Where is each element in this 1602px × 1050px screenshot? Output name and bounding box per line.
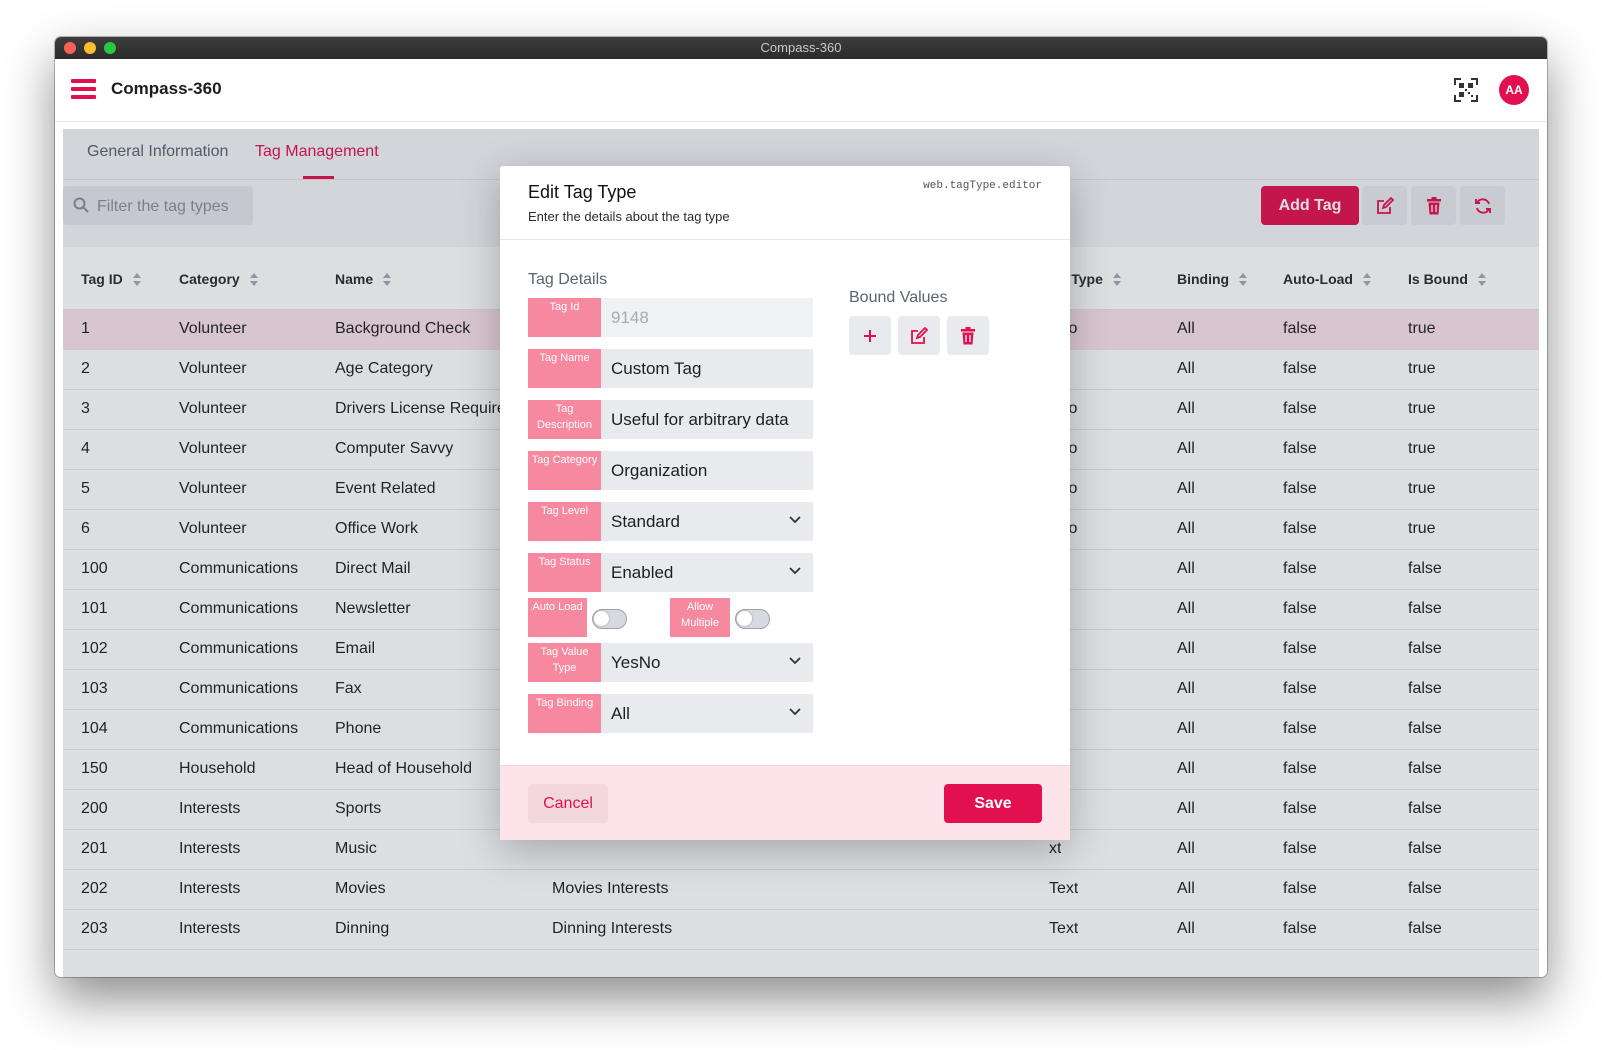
- field-label: Tag Category: [528, 451, 601, 490]
- save-button[interactable]: Save: [944, 784, 1042, 823]
- chevron-down-icon: [789, 708, 801, 716]
- field-label: Tag Binding: [528, 694, 601, 733]
- tag-status-value: Enabled: [611, 563, 674, 582]
- allow-multiple-label: Allow Multiple: [670, 598, 730, 637]
- chevron-down-icon: [789, 657, 801, 665]
- tag-category-field: Tag Category Organization: [528, 451, 813, 490]
- tag-details-heading: Tag Details: [528, 271, 608, 288]
- auto-load-toggle[interactable]: [592, 609, 627, 629]
- tag-description-field: Tag Description Useful for arbitrary dat…: [528, 400, 813, 439]
- edit-bound-value-button[interactable]: [898, 316, 940, 355]
- dialog-footer: Cancel Save: [500, 765, 1070, 840]
- app-title: Compass-360: [111, 79, 222, 98]
- tag-value-type-value: YesNo: [611, 653, 661, 672]
- field-label: Tag Description: [528, 400, 601, 439]
- app-bar: Compass-360 AA: [55, 59, 1547, 122]
- tag-level-value: Standard: [611, 512, 680, 531]
- hamburger-menu-icon[interactable]: [71, 79, 96, 99]
- tag-category-input[interactable]: Organization: [601, 451, 813, 490]
- window-title: Compass-360: [760, 40, 842, 55]
- delete-bound-value-button[interactable]: [947, 316, 989, 355]
- dialog-subtitle: Enter the details about the tag type: [528, 209, 730, 224]
- allow-multiple-toggle[interactable]: [735, 609, 770, 629]
- tag-description-input[interactable]: Useful for arbitrary data: [601, 400, 813, 439]
- field-label: Tag Status: [528, 553, 601, 592]
- dialog-title: Edit Tag Type: [528, 182, 637, 202]
- toggle-row: Auto Load Allow Multiple: [528, 598, 813, 637]
- field-label: Tag Id: [528, 298, 601, 337]
- auto-load-label: Auto Load: [528, 598, 587, 637]
- chevron-down-icon: [789, 567, 801, 575]
- qr-code-icon[interactable]: [1453, 77, 1479, 103]
- tag-binding-field: Tag Binding All: [528, 694, 813, 733]
- tag-level-select[interactable]: Standard: [601, 502, 813, 541]
- app-window: Compass-360 Compass-360 AA General Infor…: [55, 37, 1547, 977]
- zoom-window-button[interactable]: [104, 42, 116, 54]
- minimize-window-button[interactable]: [84, 42, 96, 54]
- dialog-code-label: web.tagType.editor: [923, 180, 1042, 192]
- tag-name-field: Tag Name Custom Tag: [528, 349, 813, 388]
- tag-value-type-field: Tag Value Type YesNo: [528, 643, 813, 682]
- tag-status-select[interactable]: Enabled: [601, 553, 813, 592]
- title-bar: Compass-360: [55, 37, 1547, 59]
- dialog-header: Edit Tag Type Enter the details about th…: [500, 166, 1070, 240]
- app-body: Compass-360 AA General Information Tag M…: [55, 59, 1547, 977]
- field-label: Tag Value Type: [528, 643, 601, 682]
- field-label: Tag Name: [528, 349, 601, 388]
- tag-binding-value: All: [611, 704, 630, 723]
- tag-status-field: Tag Status Enabled: [528, 553, 813, 592]
- tag-name-input[interactable]: Custom Tag: [601, 349, 813, 388]
- tag-value-type-select[interactable]: YesNo: [601, 643, 813, 682]
- plus-icon: [864, 329, 876, 342]
- bound-values-heading: Bound Values: [849, 289, 948, 306]
- chevron-down-icon: [789, 516, 801, 524]
- trash-icon: [961, 326, 975, 344]
- edit-tag-type-dialog: Edit Tag Type Enter the details about th…: [500, 166, 1070, 840]
- tag-binding-select[interactable]: All: [601, 694, 813, 733]
- cancel-button[interactable]: Cancel: [528, 784, 608, 823]
- tag-id-input: 9148: [601, 298, 813, 337]
- field-label: Tag Level: [528, 502, 601, 541]
- close-window-button[interactable]: [64, 42, 76, 54]
- tag-level-field: Tag Level Standard: [528, 502, 813, 541]
- edit-icon: [911, 326, 928, 344]
- tag-id-field: Tag Id 9148: [528, 298, 813, 337]
- add-bound-value-button[interactable]: [849, 316, 891, 355]
- user-avatar[interactable]: AA: [1499, 75, 1529, 105]
